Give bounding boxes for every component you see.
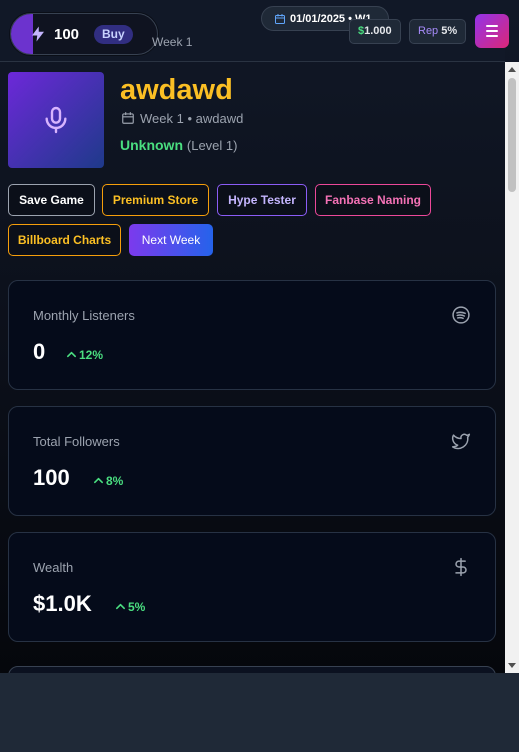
hamburger-icon-line [486,35,498,37]
stat-label: Total Followers [33,434,120,449]
artist-status: Unknown (Level 1) [120,137,237,153]
trend-up-icon [94,477,103,484]
stat-value: $1.0K [33,591,92,616]
level-label: (Level 1) [186,138,238,153]
trend-up-icon [116,603,125,610]
reputation-value: 5% [441,25,458,37]
vertical-scrollbar[interactable] [505,62,519,673]
empty-area [0,673,519,752]
microphone-icon [45,106,67,134]
artist-avatar [8,72,104,168]
stat-change: 5% [115,600,145,614]
status-label: Unknown [120,137,183,153]
buy-energy-button[interactable]: Buy [94,25,133,44]
next-week-button[interactable]: Next Week [129,224,213,256]
stat-change: 12% [66,348,103,362]
hamburger-icon-line [486,30,498,32]
hamburger-icon-line [486,25,498,27]
stat-label: Monthly Listeners [33,308,135,323]
billboard-charts-button[interactable]: Billboard Charts [8,224,121,256]
calendar-icon [122,112,134,124]
scroll-up-arrow-icon[interactable] [508,67,516,72]
stat-value: 0 [33,339,46,364]
top-bar: 100 Buy Week 1 01/01/2025 • W1 $1.000 Re… [0,0,509,62]
game-viewport: 100 Buy Week 1 01/01/2025 • W1 $1.000 Re… [0,0,519,673]
trend-up-icon [67,351,76,358]
artist-subtitle-text: Week 1 • awdawd [140,111,244,126]
scrollbar-thumb[interactable] [508,78,516,192]
energy-counter: 100 Buy [10,13,158,55]
spotify-icon [452,306,470,324]
stat-change-value: 5% [128,600,146,614]
scroll-down-arrow-icon[interactable] [508,663,516,668]
stat-label: Wealth [33,560,74,575]
stat-value: 100 [33,465,70,490]
stat-change-value: 8% [106,474,124,488]
energy-amount: 100 [54,26,80,43]
week-indicator-partial: Week 1 [152,35,193,49]
menu-button[interactable] [475,14,509,48]
bolt-icon [32,26,44,42]
stat-change-value: 12% [79,348,104,362]
reputation-label: Rep [418,25,439,37]
premium-store-button[interactable]: Premium Store [102,184,209,216]
money-value: 1.000 [364,25,392,37]
artist-subtitle: Week 1 • awdawd [121,111,243,126]
money-badge: $1.000 [349,19,401,44]
reputation-badge: Rep 5% [409,19,467,44]
stat-change: 8% [93,474,123,488]
stat-card-monthly-listeners: Monthly Listeners 0 12% [8,280,496,390]
twitter-icon [451,433,471,450]
calendar-icon [275,14,285,24]
save-game-button[interactable]: Save Game [8,184,95,216]
artist-name: awdawd [120,74,233,106]
hype-tester-button[interactable]: Hype Tester [217,184,307,216]
fanbase-naming-button[interactable]: Fanbase Naming [315,184,431,216]
dollar-icon [455,557,467,577]
stat-card-total-followers: Total Followers 100 8% [8,406,496,516]
stat-card-wealth: Wealth $1.0K 5% [8,532,496,642]
stat-card-partial [8,666,496,673]
